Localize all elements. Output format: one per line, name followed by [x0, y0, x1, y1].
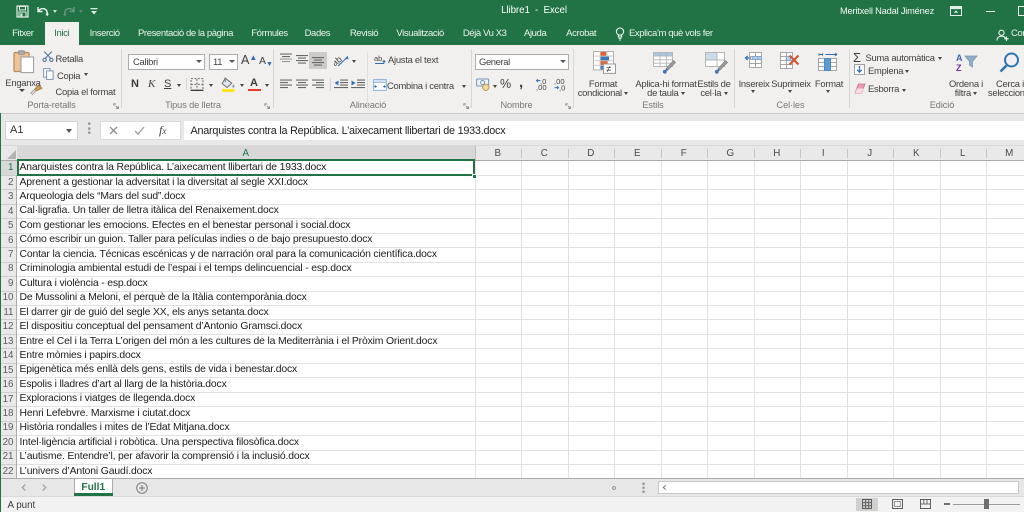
- svg-text:≠: ≠: [606, 64, 611, 74]
- svg-text:ab: ab: [374, 54, 382, 63]
- svg-text:,0: ,0: [540, 78, 546, 86]
- svg-text:A: A: [956, 53, 963, 63]
- svg-text:Z: Z: [956, 63, 962, 72]
